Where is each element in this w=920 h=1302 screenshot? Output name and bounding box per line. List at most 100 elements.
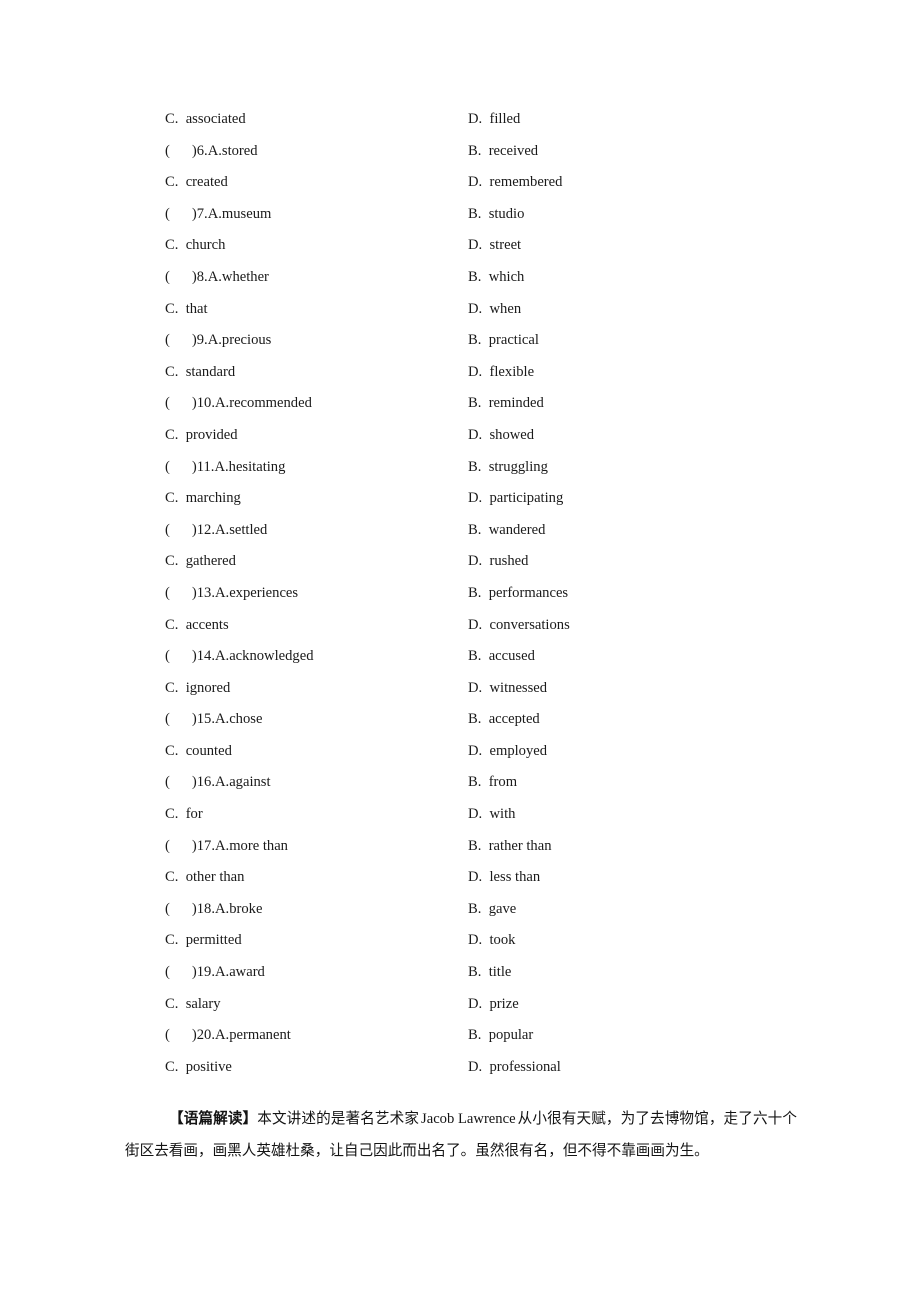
option-line: ()13.A.experiences B. performances xyxy=(125,578,805,610)
option-text[interactable]: received xyxy=(489,143,538,159)
option-right: B. title xyxy=(468,957,511,989)
option-letter-spacer xyxy=(481,143,488,159)
option-text[interactable]: provided xyxy=(186,427,238,443)
option-letter: D. xyxy=(468,363,483,380)
option-text[interactable]: prize xyxy=(490,996,519,1012)
answer-bracket[interactable]: () xyxy=(165,894,197,926)
answer-bracket[interactable]: () xyxy=(165,831,197,863)
option-text[interactable]: standard xyxy=(186,364,235,380)
option-text[interactable]: filled xyxy=(490,111,521,127)
option-text[interactable]: permitted xyxy=(186,932,242,948)
option-line: C. associated D. filled xyxy=(125,104,805,136)
option-text[interactable]: stored xyxy=(222,143,258,159)
option-left: ()15.A.chose xyxy=(165,704,262,736)
answer-bracket[interactable]: () xyxy=(165,578,197,610)
option-letter: B. xyxy=(468,458,482,475)
option-line: C. created D. remembered xyxy=(125,167,805,199)
option-left: C. positive xyxy=(165,1052,232,1084)
option-text[interactable]: other than xyxy=(186,869,245,885)
option-letter-spacer xyxy=(178,996,185,1012)
option-text[interactable]: practical xyxy=(489,332,539,348)
question-number: 14. xyxy=(196,648,215,665)
option-text[interactable]: from xyxy=(489,774,517,790)
option-text[interactable]: that xyxy=(186,301,208,317)
option-right: D. took xyxy=(468,925,515,957)
option-text[interactable]: gave xyxy=(489,901,517,917)
option-text[interactable]: conversations xyxy=(490,617,570,633)
option-text[interactable]: professional xyxy=(490,1059,561,1075)
answer-bracket[interactable]: () xyxy=(165,325,197,357)
option-text[interactable]: rather than xyxy=(489,838,552,854)
option-text[interactable]: chose xyxy=(229,711,262,727)
answer-bracket[interactable]: () xyxy=(165,262,197,294)
option-text[interactable]: whether xyxy=(222,269,269,285)
option-text[interactable]: accepted xyxy=(489,711,540,727)
option-text[interactable]: acknowledged xyxy=(229,648,313,664)
option-text[interactable]: created xyxy=(186,174,228,190)
option-text[interactable]: for xyxy=(186,806,203,822)
option-text[interactable]: positive xyxy=(186,1059,232,1075)
option-text[interactable]: permanent xyxy=(229,1027,291,1043)
answer-bracket[interactable]: () xyxy=(165,452,197,484)
option-text[interactable]: gathered xyxy=(186,553,236,569)
option-text[interactable]: reminded xyxy=(489,395,544,411)
option-text[interactable]: wandered xyxy=(489,522,546,538)
option-text[interactable]: church xyxy=(186,237,226,253)
option-text[interactable]: accents xyxy=(186,617,229,633)
option-text[interactable]: marching xyxy=(186,490,241,506)
option-text[interactable]: recommended xyxy=(229,395,312,411)
option-text[interactable]: precious xyxy=(222,332,271,348)
option-text[interactable]: broke xyxy=(229,901,262,917)
option-text[interactable]: participating xyxy=(490,490,564,506)
question-number: 20. xyxy=(196,1027,215,1044)
option-text[interactable]: which xyxy=(489,269,525,285)
option-text[interactable]: less than xyxy=(490,869,541,885)
answer-bracket[interactable]: () xyxy=(165,136,197,168)
option-text[interactable]: rushed xyxy=(490,553,529,569)
option-text[interactable]: performances xyxy=(489,585,568,601)
option-text[interactable]: remembered xyxy=(490,174,563,190)
option-left: ()17.A.more than xyxy=(165,831,288,863)
option-text[interactable]: employed xyxy=(490,743,548,759)
option-text[interactable]: studio xyxy=(489,206,525,222)
answer-bracket[interactable]: () xyxy=(165,957,197,989)
question-number: 13. xyxy=(196,584,215,601)
option-line: C. ignored D. witnessed xyxy=(125,673,805,705)
option-text[interactable]: showed xyxy=(490,427,535,443)
option-letter-spacer xyxy=(178,617,185,633)
option-text[interactable]: took xyxy=(490,932,516,948)
option-line: ()7.A.museum B. studio xyxy=(125,199,805,231)
option-text[interactable]: when xyxy=(490,301,522,317)
option-text[interactable]: against xyxy=(229,774,270,790)
option-text[interactable]: counted xyxy=(186,743,232,759)
option-text[interactable]: title xyxy=(489,964,512,980)
answer-bracket[interactable]: () xyxy=(165,515,197,547)
answer-bracket[interactable]: () xyxy=(165,1020,197,1052)
answer-bracket[interactable]: () xyxy=(165,767,197,799)
option-text[interactable]: ignored xyxy=(186,680,231,696)
option-text[interactable]: museum xyxy=(222,206,271,222)
option-text[interactable]: associated xyxy=(186,111,246,127)
answer-bracket[interactable]: () xyxy=(165,388,197,420)
option-letter-spacer xyxy=(481,711,488,727)
option-text[interactable]: flexible xyxy=(490,364,535,380)
option-line: ()6.A.stored B. received xyxy=(125,136,805,168)
option-text[interactable]: with xyxy=(490,806,516,822)
option-text[interactable]: accused xyxy=(489,648,535,664)
option-text[interactable]: more than xyxy=(229,838,288,854)
answer-bracket[interactable]: () xyxy=(165,199,197,231)
option-text[interactable]: settled xyxy=(229,522,267,538)
answer-bracket[interactable]: () xyxy=(165,704,197,736)
bracket-open-paren: ( xyxy=(165,142,170,159)
option-text[interactable]: award xyxy=(229,964,265,980)
option-text[interactable]: witnessed xyxy=(490,680,548,696)
answer-bracket[interactable]: () xyxy=(165,641,197,673)
option-text[interactable]: hesitating xyxy=(229,459,286,475)
option-text[interactable]: popular xyxy=(489,1027,534,1043)
option-text[interactable]: street xyxy=(490,237,522,253)
option-text[interactable]: experiences xyxy=(229,585,298,601)
option-text[interactable]: salary xyxy=(186,996,221,1012)
option-left: C. created xyxy=(165,167,228,199)
option-left: ()19.A.award xyxy=(165,957,265,989)
option-text[interactable]: struggling xyxy=(489,459,548,475)
